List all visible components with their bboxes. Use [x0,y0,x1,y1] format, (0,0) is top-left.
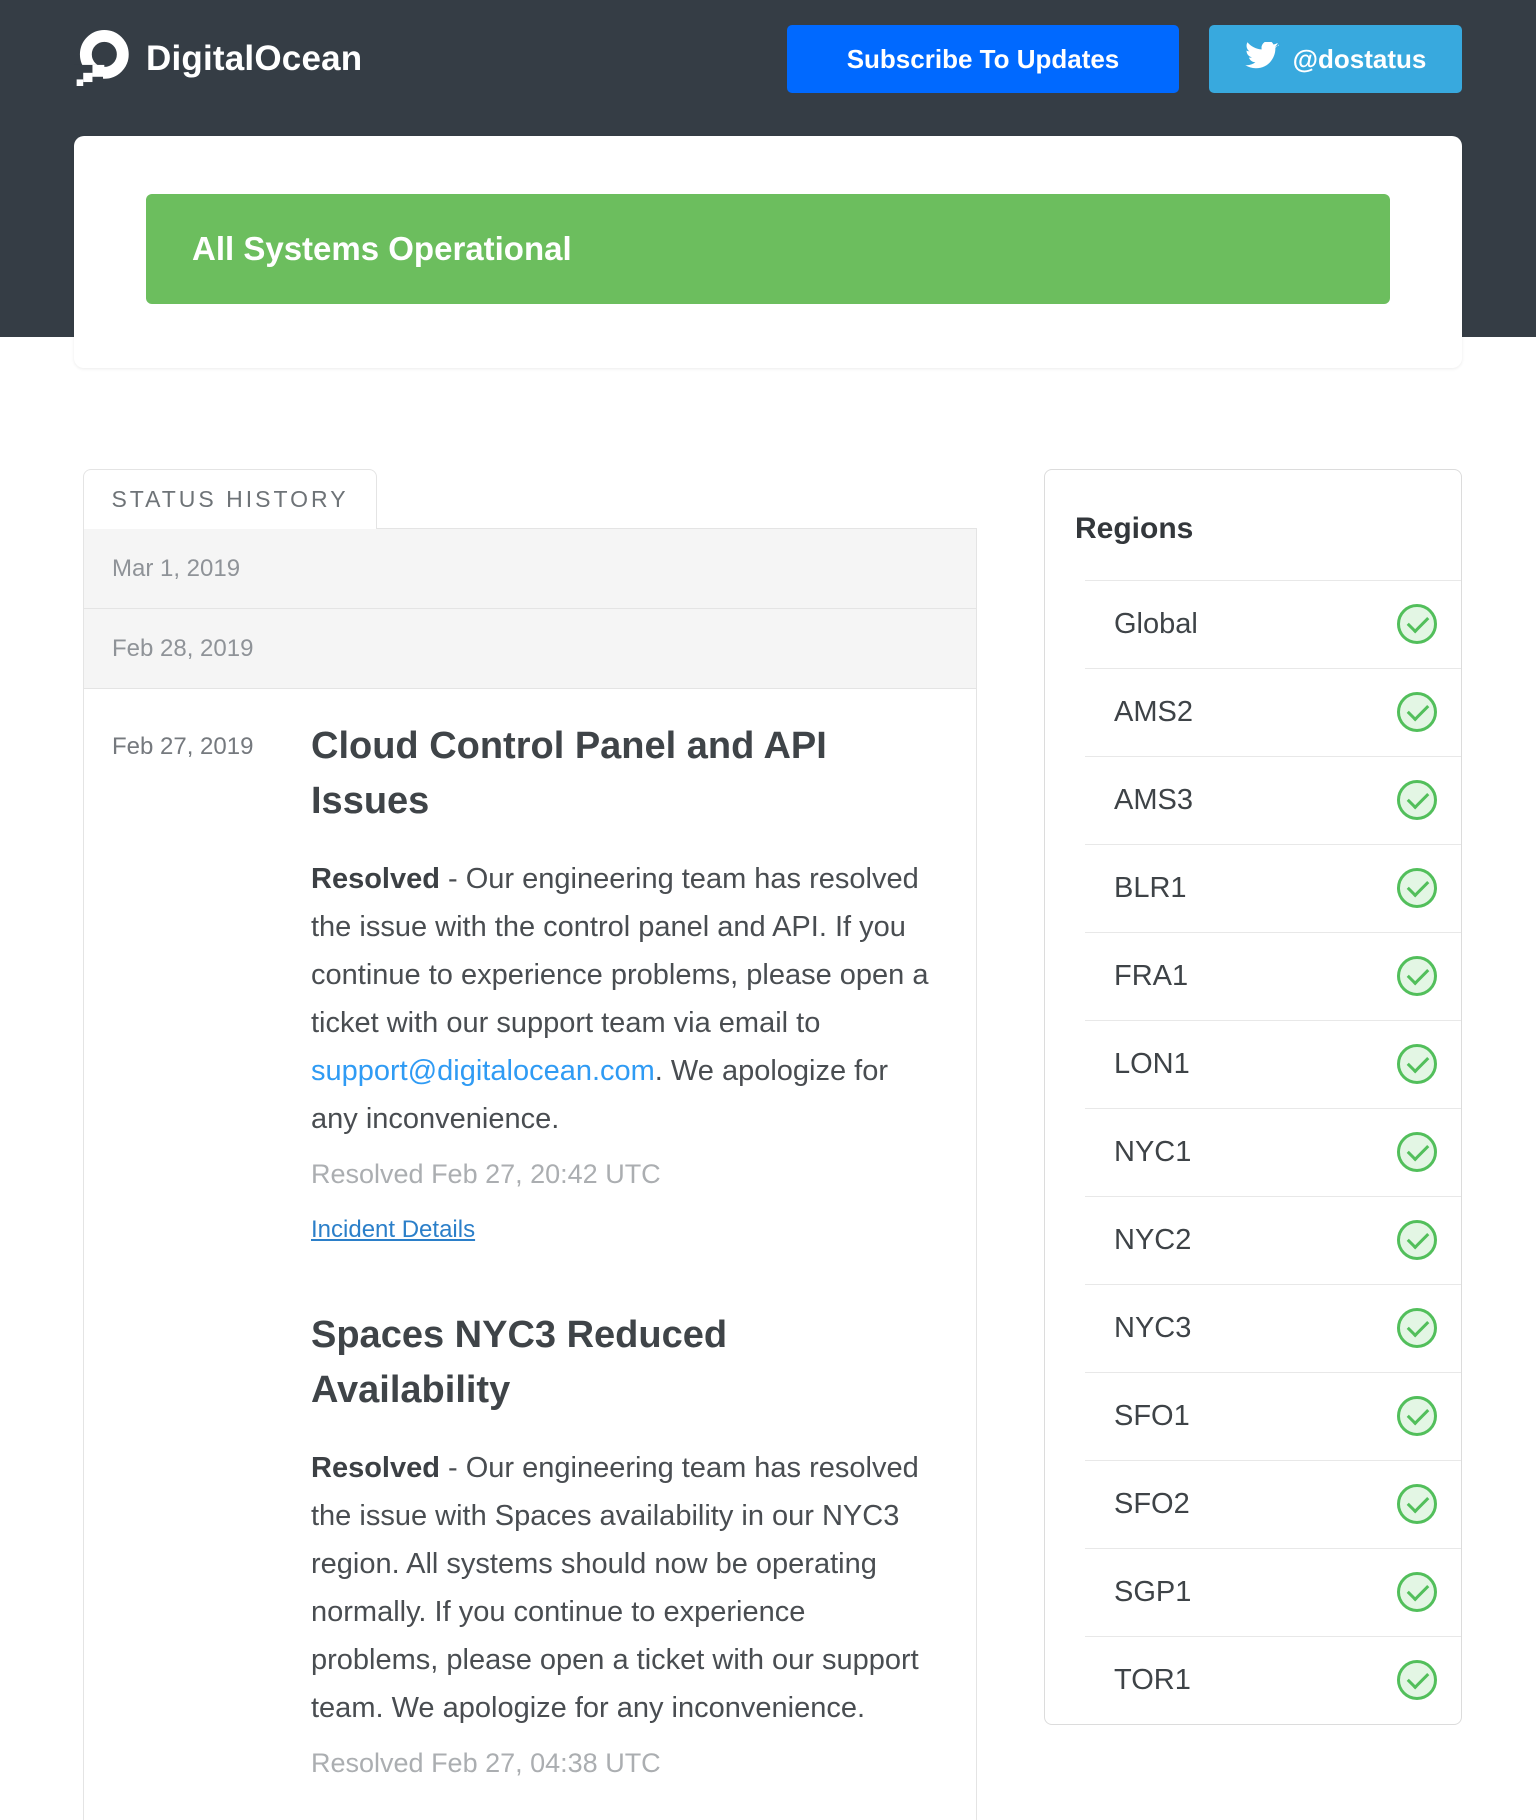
region-label: NYC2 [1114,1224,1191,1257]
region-row-lon1: LON1 [1045,1020,1461,1108]
check-circle-icon [1397,1132,1437,1172]
date-row-feb-27-expanded: Feb 27, 2019 Cloud Control Panel and API… [84,689,976,1820]
incident-details-link[interactable]: Incident Details [311,1216,475,1244]
region-label: SGP1 [1114,1576,1191,1609]
region-label: NYC3 [1114,1312,1191,1345]
status-history-panel: STATUS HISTORY Mar 1, 2019 Feb 28, 2019 … [83,469,977,1820]
regions-panel: Regions Global AMS2 AMS3 BLR1 [1044,469,1462,1725]
tab-status-history[interactable]: STATUS HISTORY [83,469,377,529]
region-row-global: Global [1045,580,1461,668]
region-row-nyc1: NYC1 [1045,1108,1461,1196]
date-row-label: Feb 28, 2019 [112,635,253,663]
check-circle-icon [1397,1396,1437,1436]
status-history-tab-label: STATUS HISTORY [111,486,348,513]
region-row-nyc2: NYC2 [1045,1196,1461,1284]
check-circle-icon [1397,868,1437,908]
incident-resolved-timestamp: Resolved Feb 27, 04:38 UTC [311,1748,930,1779]
all-systems-operational-banner: All Systems Operational [146,194,1390,304]
region-label: SFO1 [1114,1400,1190,1433]
region-label: FRA1 [1114,960,1188,993]
check-circle-icon [1397,1484,1437,1524]
regions-list: Global AMS2 AMS3 BLR1 FRA1 [1045,580,1461,1724]
region-label: AMS2 [1114,696,1193,729]
incident-body: Resolved - Our engineering team has reso… [311,1444,930,1732]
region-label: Global [1114,608,1198,641]
support-email-link[interactable]: support@digitalocean.com [311,1055,655,1087]
check-circle-icon [1397,604,1437,644]
region-row-ams3: AMS3 [1045,756,1461,844]
brand-name: DigitalOcean [146,39,362,79]
check-circle-icon [1397,1308,1437,1348]
region-label: NYC1 [1114,1136,1191,1169]
date-row-mar-1[interactable]: Mar 1, 2019 [84,529,976,609]
region-label: SFO2 [1114,1488,1190,1521]
digitalocean-logo[interactable]: DigitalOcean [74,28,362,91]
overall-status-card: All Systems Operational [74,136,1462,368]
region-label: TOR1 [1114,1664,1191,1697]
digitalocean-mark-icon [74,28,132,91]
date-row-feb-28[interactable]: Feb 28, 2019 [84,609,976,689]
check-circle-icon [1397,956,1437,996]
region-row-nyc3: NYC3 [1045,1284,1461,1372]
date-row-label: Mar 1, 2019 [112,555,240,583]
incident-cloud-control-panel: Cloud Control Panel and API Issues Resol… [311,719,930,1244]
region-row-sfo2: SFO2 [1045,1460,1461,1548]
expanded-date-label: Feb 27, 2019 [84,689,311,1820]
twitter-button-label: @dostatus [1293,44,1427,75]
twitter-bird-icon [1245,42,1279,77]
overall-status-text: All Systems Operational [192,230,572,268]
region-row-tor1: TOR1 [1045,1636,1461,1724]
check-circle-icon [1397,1220,1437,1260]
check-circle-icon [1397,780,1437,820]
check-circle-icon [1397,1660,1437,1700]
check-circle-icon [1397,1044,1437,1084]
twitter-button[interactable]: @dostatus [1209,25,1462,93]
incident-status-label: Resolved [311,1452,440,1484]
incident-spaces-nyc3: Spaces NYC3 Reduced Availability Resolve… [311,1308,930,1779]
subscribe-button[interactable]: Subscribe To Updates [787,25,1179,93]
subscribe-button-label: Subscribe To Updates [847,44,1120,75]
incident-resolved-timestamp: Resolved Feb 27, 20:42 UTC [311,1159,930,1190]
incident-title: Cloud Control Panel and API Issues [311,719,930,829]
region-row-ams2: AMS2 [1045,668,1461,756]
incident-status-label: Resolved [311,863,440,895]
incident-title: Spaces NYC3 Reduced Availability [311,1308,930,1418]
region-label: AMS3 [1114,784,1193,817]
incident-body: Resolved - Our engineering team has reso… [311,855,930,1143]
status-page: DigitalOcean Subscribe To Updates @dosta… [0,0,1536,1820]
check-circle-icon [1397,1572,1437,1612]
region-label: BLR1 [1114,872,1187,905]
check-circle-icon [1397,692,1437,732]
status-history-table: Mar 1, 2019 Feb 28, 2019 Feb 27, 2019 Cl… [83,528,977,1820]
region-row-sgp1: SGP1 [1045,1548,1461,1636]
region-row-fra1: FRA1 [1045,932,1461,1020]
region-row-blr1: BLR1 [1045,844,1461,932]
region-row-sfo1: SFO1 [1045,1372,1461,1460]
incident-body-text: - Our engineering team has resolved the … [311,1452,919,1724]
region-label: LON1 [1114,1048,1190,1081]
regions-title: Regions [1045,470,1461,580]
